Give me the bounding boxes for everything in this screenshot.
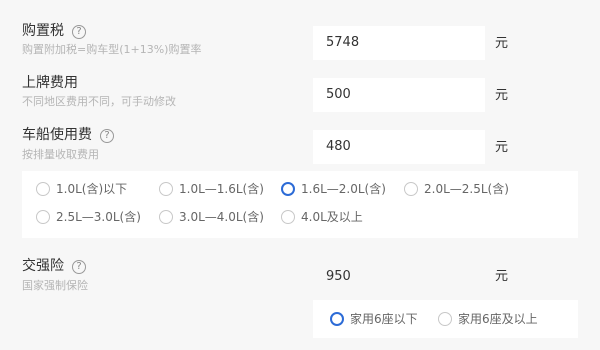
- displacement-option[interactable]: 2.5L—3.0L(含): [36, 209, 141, 225]
- radio-icon: [36, 210, 50, 224]
- option-label: 3.0L—4.0L(含): [179, 210, 264, 224]
- option-label: 2.5L—3.0L(含): [56, 210, 141, 224]
- option-label: 1.0L—1.6L(含): [179, 182, 264, 196]
- seat-option[interactable]: 家用6座及以上: [438, 311, 538, 327]
- vessel-tax-hint: 按排量收取费用: [22, 148, 99, 161]
- insurance-unit: 元: [495, 269, 509, 284]
- seat-option-selected[interactable]: 家用6座以下: [330, 311, 418, 327]
- vessel-tax-unit: 元: [495, 140, 509, 155]
- purchase-tax-hint: 购置附加税=购车型(1+13%)购置率: [22, 43, 202, 56]
- plate-fee-hint: 不同地区费用不同，可手动修改: [22, 95, 176, 108]
- plate-fee-label: 上牌费用: [22, 75, 78, 91]
- purchase-tax-label-row: 购置税?: [22, 22, 86, 40]
- radio-selected-icon: [330, 312, 344, 326]
- help-icon[interactable]: ?: [72, 260, 86, 274]
- vessel-tax-input[interactable]: [313, 130, 485, 164]
- option-label: 1.6L—2.0L(含): [301, 182, 386, 196]
- displacement-option[interactable]: 2.0L—2.5L(含): [404, 181, 509, 197]
- insurance-hint: 国家强制保险: [22, 279, 88, 292]
- vessel-tax-label: 车船使用费: [22, 127, 92, 143]
- insurance-label: 交强险: [22, 258, 64, 274]
- insurance-input[interactable]: [313, 260, 485, 294]
- radio-icon: [159, 210, 173, 224]
- plate-fee-unit: 元: [495, 88, 509, 103]
- displacement-option-selected[interactable]: 1.6L—2.0L(含): [281, 181, 386, 197]
- displacement-options-panel: 1.0L(含)以下 1.0L—1.6L(含) 1.6L—2.0L(含) 2.0L…: [22, 171, 578, 238]
- displacement-option[interactable]: 1.0L—1.6L(含): [159, 181, 264, 197]
- purchase-tax-input[interactable]: [313, 26, 485, 60]
- radio-icon: [159, 182, 173, 196]
- insurance-label-row: 交强险?: [22, 257, 86, 275]
- plate-fee-input[interactable]: [313, 78, 485, 112]
- help-icon[interactable]: ?: [72, 25, 86, 39]
- radio-icon: [404, 182, 418, 196]
- option-label: 家用6座以下: [350, 312, 418, 326]
- radio-icon: [438, 312, 452, 326]
- option-label: 2.0L—2.5L(含): [424, 182, 509, 196]
- displacement-option[interactable]: 1.0L(含)以下: [36, 181, 127, 197]
- vessel-tax-label-row: 车船使用费?: [22, 126, 114, 144]
- purchase-tax-label: 购置税: [22, 23, 64, 39]
- displacement-option[interactable]: 4.0L及以上: [281, 209, 363, 225]
- displacement-option[interactable]: 3.0L—4.0L(含): [159, 209, 264, 225]
- option-label: 1.0L(含)以下: [56, 182, 128, 196]
- radio-icon: [36, 182, 50, 196]
- radio-selected-icon: [281, 182, 295, 196]
- option-label: 4.0L及以上: [301, 210, 363, 224]
- purchase-tax-unit: 元: [495, 36, 509, 51]
- seat-options-panel: 家用6座以下 家用6座及以上: [313, 300, 578, 338]
- help-icon[interactable]: ?: [100, 129, 114, 143]
- option-label: 家用6座及以上: [458, 312, 538, 326]
- radio-icon: [281, 210, 295, 224]
